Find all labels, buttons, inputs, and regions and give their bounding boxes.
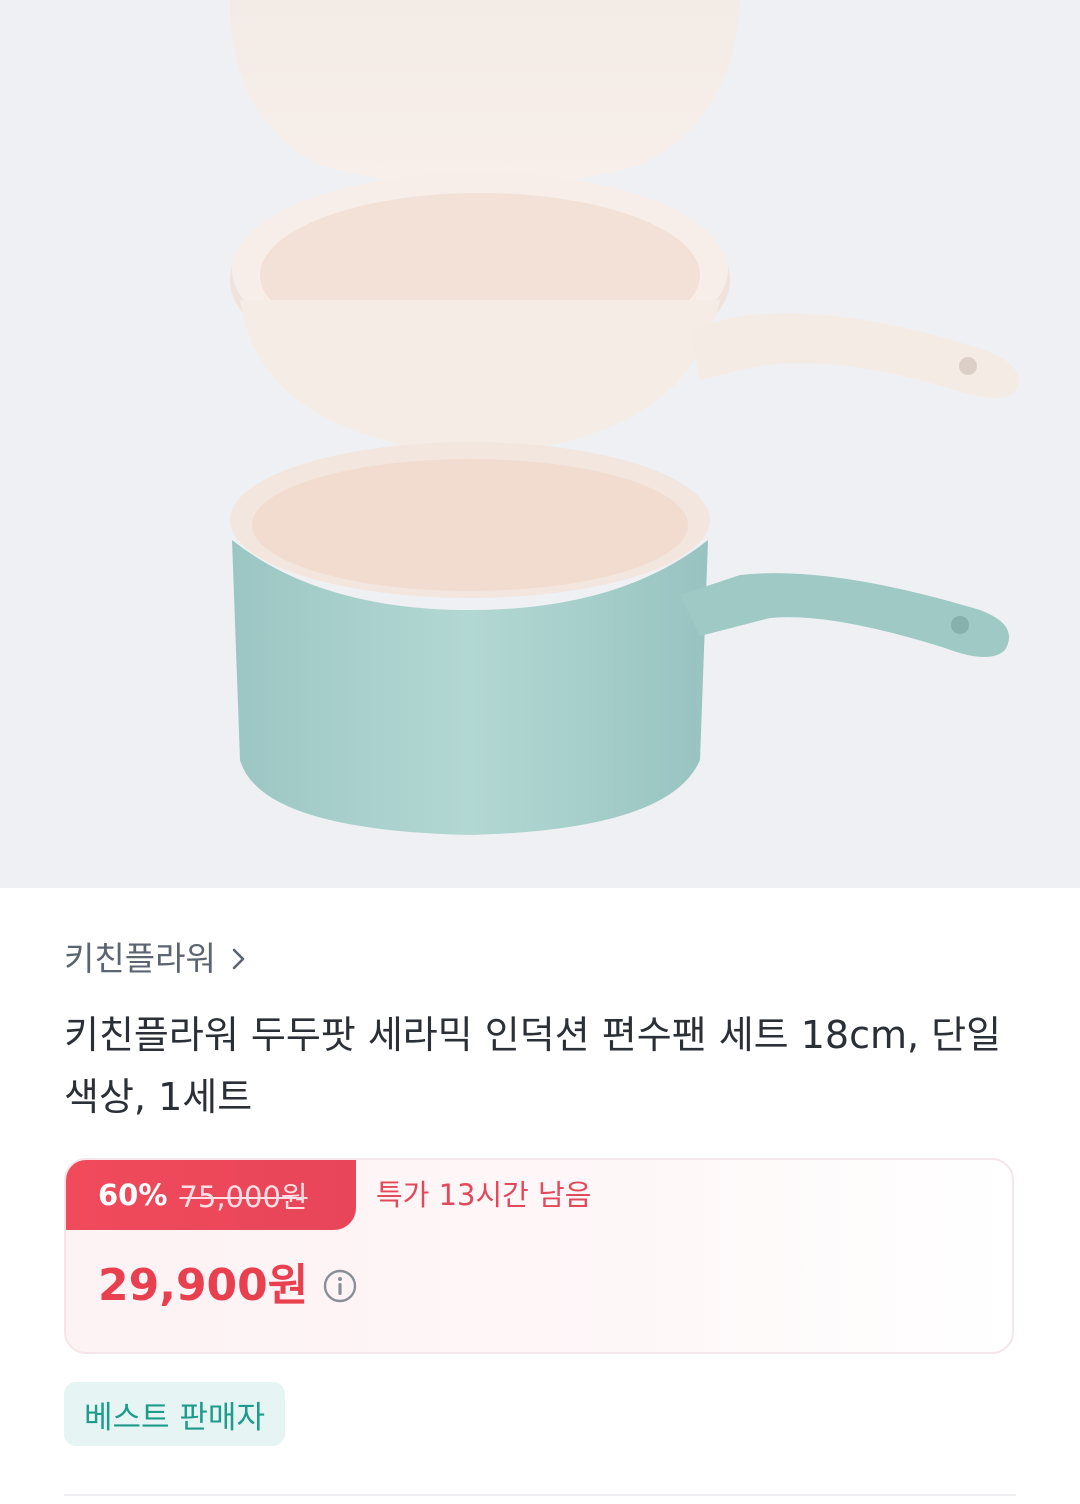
cookware-illustration [230, 0, 1019, 835]
price-box: 60% 75,000원 특가 13시간 남음 29,900원 [64, 1158, 1014, 1354]
chevron-right-icon [232, 948, 245, 970]
sale-price-row: 29,900원 [98, 1256, 358, 1316]
discount-tag: 60% 75,000원 [66, 1160, 356, 1230]
seller-badge: 베스트 판매자 [64, 1382, 285, 1446]
product-image[interactable] [0, 0, 1080, 888]
info-icon[interactable] [322, 1268, 358, 1304]
brand-name: 키친플라워 [64, 939, 216, 978]
sale-price: 29,900원 [98, 1260, 309, 1311]
discount-rate: 60% [98, 1178, 168, 1212]
deal-timer: 특가 13시간 남음 [376, 1178, 592, 1212]
original-price: 75,000원 [179, 1180, 308, 1214]
product-info: 키친플라워 키친플라워 두두팟 세라믹 인덕션 편수팬 세트 18cm, 단일색… [0, 888, 1080, 1504]
divider [64, 1494, 1016, 1496]
product-title: 키친플라워 두두팟 세라믹 인덕션 편수팬 세트 18cm, 단일색상, 1세트 [64, 1013, 1002, 1119]
brand-link[interactable]: 키친플라워 [64, 936, 250, 982]
